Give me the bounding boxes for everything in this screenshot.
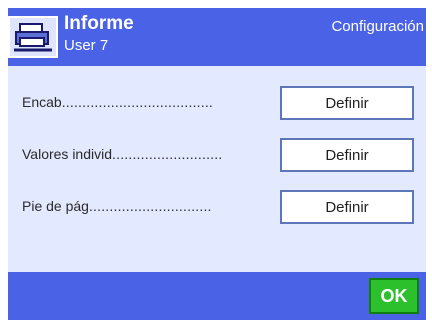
screen: Informe User 7 Configuración Encab......… bbox=[8, 8, 426, 320]
define-pie-button[interactable]: Definir bbox=[280, 190, 414, 224]
page-title: Informe bbox=[64, 13, 134, 34]
ok-button[interactable]: OK bbox=[369, 278, 419, 314]
section-label: Configuración bbox=[331, 18, 424, 35]
define-encab-button[interactable]: Definir bbox=[280, 86, 414, 120]
content-area: Encab...................................… bbox=[8, 66, 426, 272]
row-label-pie: Pie de pág.............................. bbox=[22, 198, 212, 214]
row-label-valores: Valores individ.........................… bbox=[22, 146, 223, 162]
user-label: User 7 bbox=[64, 37, 109, 54]
define-valores-button[interactable]: Definir bbox=[280, 138, 414, 172]
header: Informe User 7 Configuración bbox=[8, 8, 426, 64]
footer: OK bbox=[8, 272, 426, 320]
row-label-encab: Encab...................................… bbox=[22, 94, 214, 110]
printer-icon bbox=[8, 16, 58, 58]
